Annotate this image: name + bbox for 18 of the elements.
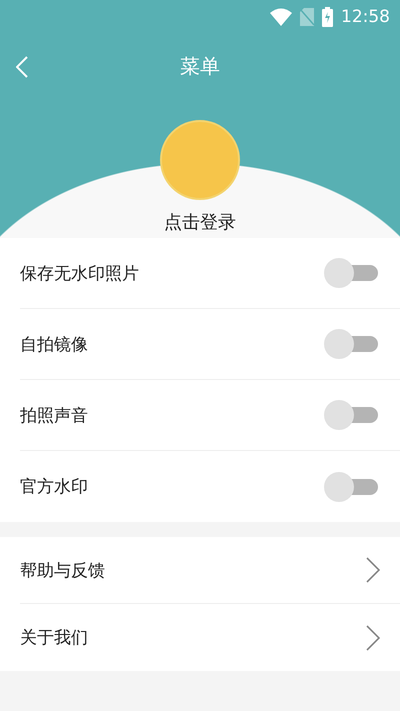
chevron-icon (366, 557, 380, 583)
setting-label: 保存无水印照片 (20, 262, 139, 284)
chevron-icon (366, 624, 380, 650)
page-title: 菜单 (180, 52, 220, 80)
setting-label: 自拍镜像 (20, 334, 88, 356)
battery-icon (322, 7, 333, 27)
toggle-switch[interactable] (324, 258, 378, 288)
status-time: 12:58 (341, 7, 390, 27)
menu-item[interactable]: 帮助与反馈 (20, 537, 400, 604)
no-sim-icon (300, 8, 314, 26)
toggle-switch[interactable] (324, 472, 378, 502)
menu-item[interactable]: 关于我们 (20, 604, 400, 671)
setting-label: 拍照声音 (20, 404, 88, 426)
wifi-icon (270, 8, 292, 26)
login-link[interactable]: 点击登录 (164, 210, 236, 234)
toggle-switch[interactable] (324, 400, 378, 430)
setting-label: 官方水印 (20, 476, 88, 498)
toggle-switch[interactable] (324, 329, 378, 359)
